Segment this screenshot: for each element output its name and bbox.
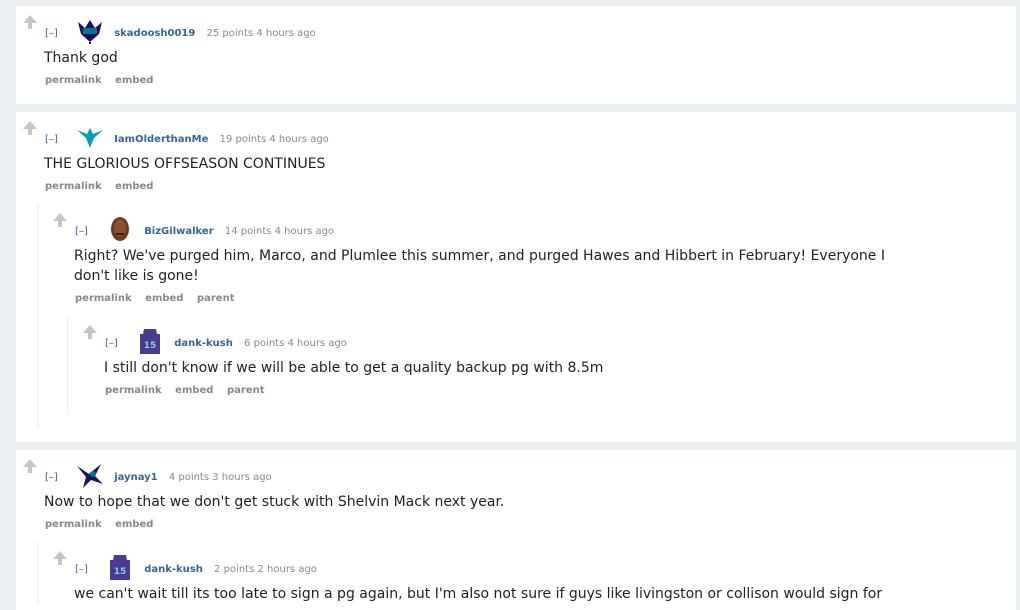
author-link[interactable]: skadoosh0019 (114, 28, 195, 39)
embed-link[interactable]: embed (115, 75, 153, 86)
collapse-toggle[interactable]: [–] (45, 134, 58, 145)
score-time: 19 points 4 hours ago (219, 134, 329, 145)
jersey-15-icon: 15 (135, 328, 165, 354)
jersey-15-icon: 15 (105, 554, 135, 580)
comment-buttons: permalink embed (45, 519, 163, 530)
permalink-link[interactable]: permalink (105, 385, 162, 396)
comment-buttons: permalink embed parent (105, 385, 274, 396)
face-avatar-icon (105, 216, 135, 242)
comment-tagline: [–] IamOlderthanMe 19 points 4 hours ago (45, 126, 329, 152)
score-time: 25 points 4 hours ago (206, 28, 316, 39)
comment-body: Thank god (44, 50, 118, 66)
comment-body: we can't wait till its too late to sign … (74, 586, 883, 602)
child-thread-line (67, 317, 68, 413)
comment-tagline: [–] jaynay1 4 points 3 hours ago (45, 464, 272, 490)
score-time: 2 points 2 hours ago (214, 564, 317, 575)
hornet-teal-icon (75, 124, 105, 150)
comment-tagline: [–] 15 dank-kush 2 points 2 hours ago (75, 554, 317, 582)
permalink-link[interactable]: permalink (75, 293, 132, 304)
author-link[interactable]: BizGilwalker (144, 226, 213, 237)
permalink-link[interactable]: permalink (45, 75, 102, 86)
embed-link[interactable]: embed (175, 385, 213, 396)
hornets-logo-icon (75, 18, 105, 44)
parent-link[interactable]: parent (197, 293, 235, 304)
comment-tagline: [–] BizGilwalker 14 points 4 hours ago (75, 216, 335, 244)
collapse-toggle[interactable]: [–] (75, 226, 88, 237)
collapse-toggle[interactable]: [–] (45, 472, 58, 483)
comment-body: Now to hope that we don't get stuck with… (44, 494, 505, 510)
comment-tagline: [–] skadoosh0019 25 points 4 hours ago (45, 20, 316, 46)
permalink-link[interactable]: permalink (45, 181, 102, 192)
author-link[interactable]: jaynay1 (114, 472, 157, 483)
svg-text:15: 15 (144, 341, 157, 351)
upvote-arrow-icon[interactable] (23, 459, 37, 473)
author-link[interactable]: dank-kush (144, 564, 203, 575)
score-time: 4 points 3 hours ago (168, 472, 272, 483)
comment-buttons: permalink embed (45, 181, 163, 192)
author-link[interactable]: IamOlderthanMe (114, 134, 208, 145)
child-thread-line (37, 543, 38, 603)
embed-link[interactable]: embed (115, 181, 153, 192)
permalink-link[interactable]: permalink (45, 519, 102, 530)
embed-link[interactable]: embed (145, 293, 183, 304)
comment-body: Right? We've purged him, Marco, and Plum… (74, 248, 885, 284)
upvote-arrow-icon[interactable] (83, 325, 97, 339)
comment-body: I still don't know if we will be able to… (104, 360, 604, 376)
collapse-toggle[interactable]: [–] (105, 338, 118, 349)
child-thread-line (37, 205, 38, 427)
score-time: 14 points 4 hours ago (224, 226, 335, 237)
upvote-arrow-icon[interactable] (23, 121, 37, 135)
comment-buttons: permalink embed parent (75, 293, 244, 304)
svg-text:15: 15 (114, 567, 127, 577)
collapse-toggle[interactable]: [–] (75, 564, 88, 575)
collapse-toggle[interactable]: [–] (45, 28, 58, 39)
embed-link[interactable]: embed (115, 519, 153, 530)
parent-link[interactable]: parent (227, 385, 265, 396)
hornet-navy-icon (75, 462, 105, 488)
upvote-arrow-icon[interactable] (53, 551, 67, 565)
score-time: 6 points 4 hours ago (244, 338, 347, 349)
upvote-arrow-icon[interactable] (23, 15, 37, 29)
author-link[interactable]: dank-kush (174, 338, 233, 349)
comment-tagline: [–] 15 dank-kush 6 points 4 hours ago (105, 328, 347, 356)
comment-buttons: permalink embed (45, 75, 163, 86)
comment-body: THE GLORIOUS OFFSEASON CONTINUES (44, 156, 326, 172)
upvote-arrow-icon[interactable] (53, 213, 67, 227)
